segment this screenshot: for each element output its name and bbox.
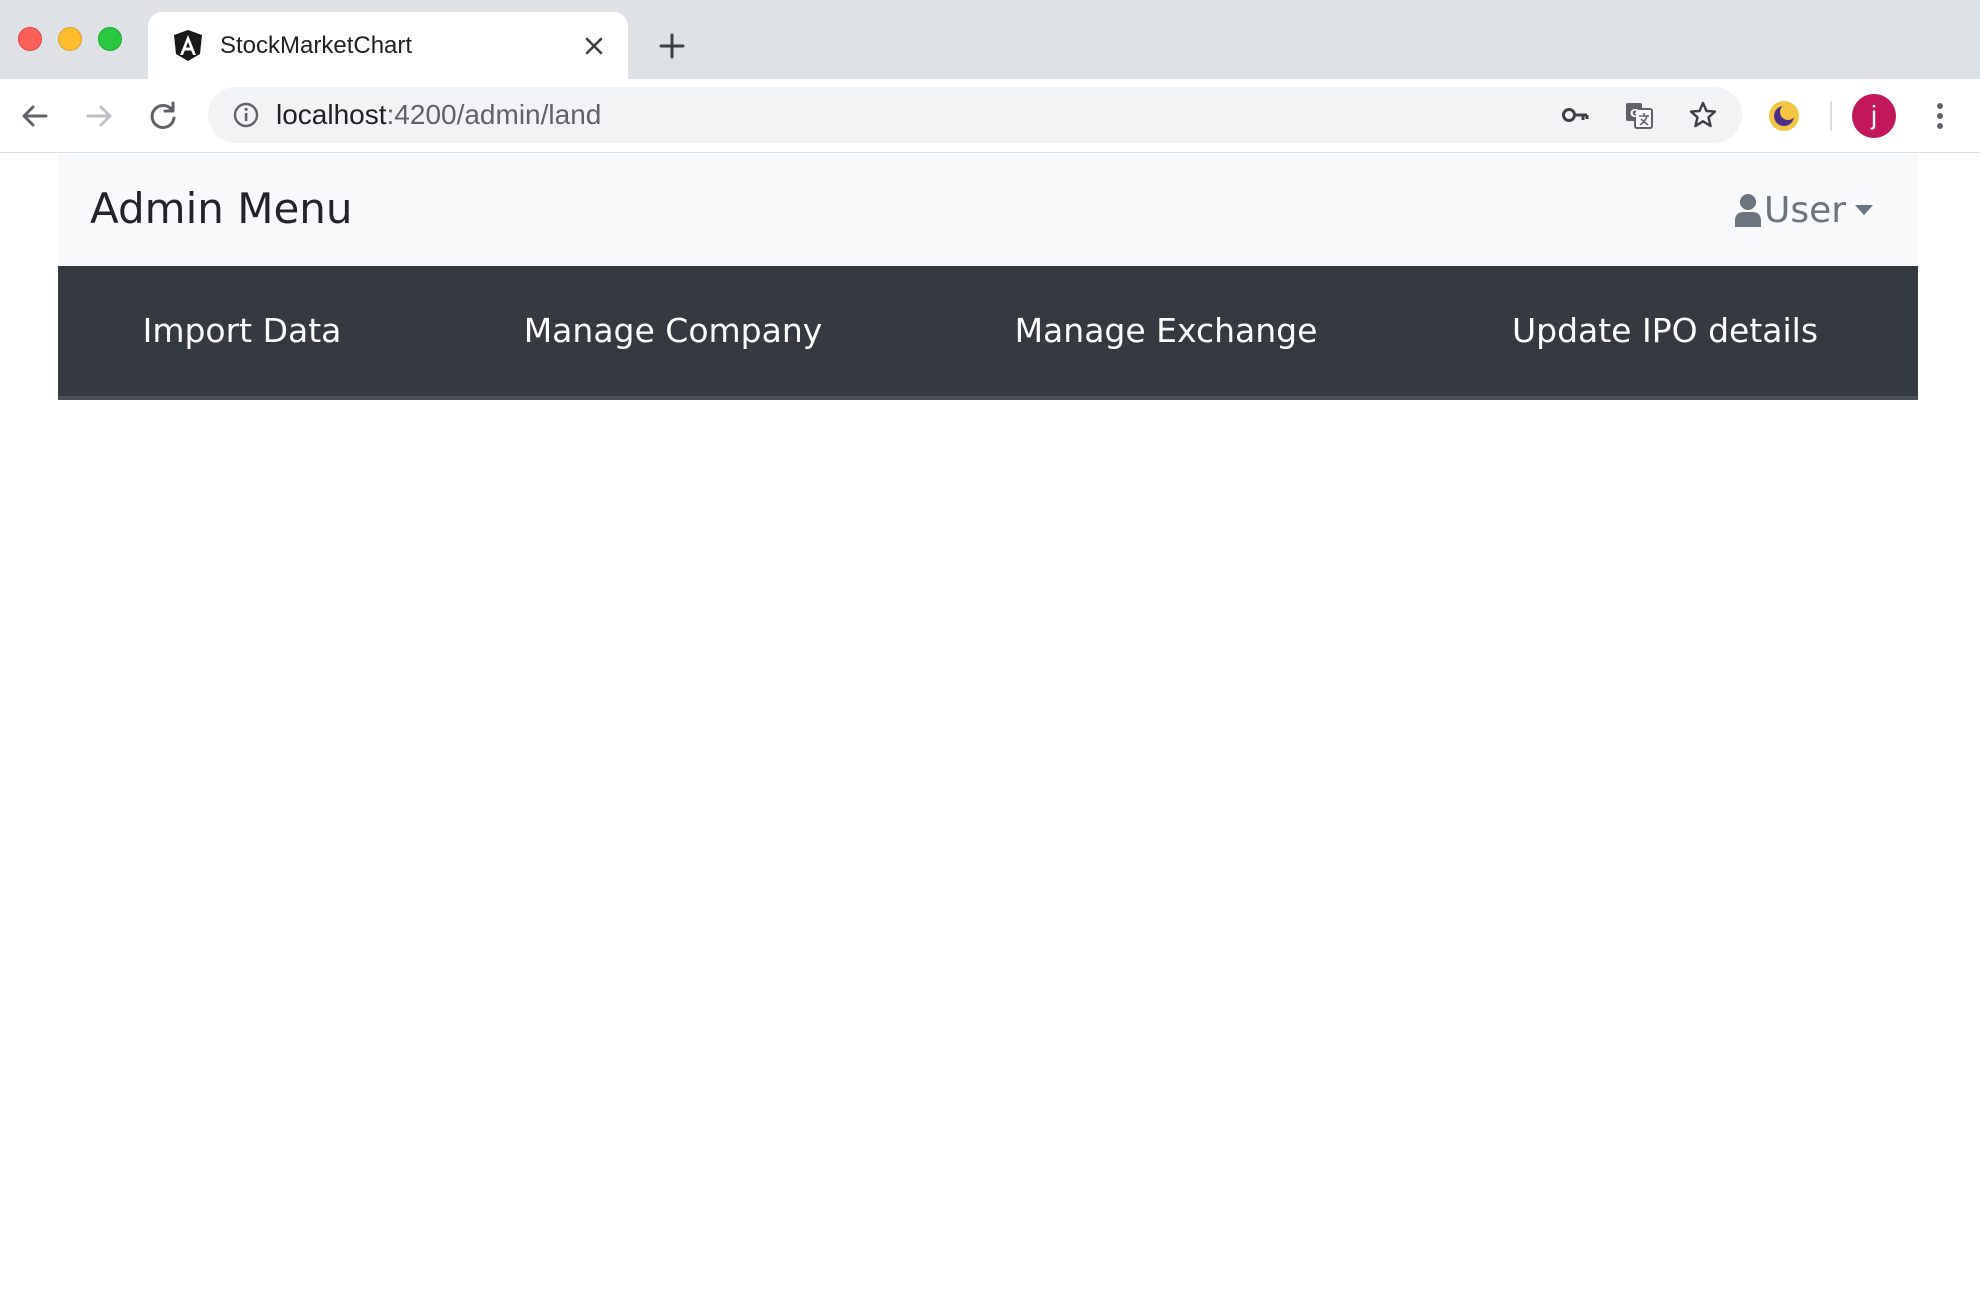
browser-tab-strip: StockMarketChart bbox=[0, 0, 1980, 79]
close-window-button[interactable] bbox=[18, 27, 42, 51]
user-dropdown-toggle[interactable]: User bbox=[1734, 188, 1874, 232]
url-text[interactable]: localhost:4200/admin/land bbox=[276, 99, 601, 131]
page-content: Admin Menu User Import Data Manage Compa… bbox=[0, 154, 1980, 1292]
key-icon[interactable] bbox=[1560, 100, 1590, 130]
svg-text:G: G bbox=[1630, 107, 1639, 120]
url-host: localhost bbox=[276, 99, 387, 130]
profile-avatar[interactable]: j bbox=[1852, 94, 1896, 138]
maximize-window-button[interactable] bbox=[98, 27, 122, 51]
admin-menu-bar: Import Data Manage Company Manage Exchan… bbox=[58, 266, 1918, 400]
app-navbar: Admin Menu User bbox=[58, 154, 1918, 266]
translate-icon[interactable]: G bbox=[1624, 100, 1654, 130]
menu-item-import-data[interactable]: Import Data bbox=[143, 310, 342, 352]
minimize-window-button[interactable] bbox=[58, 27, 82, 51]
user-icon bbox=[1735, 194, 1761, 227]
new-tab-icon[interactable] bbox=[656, 30, 688, 62]
forward-arrow-icon[interactable] bbox=[82, 99, 116, 133]
back-arrow-icon[interactable] bbox=[18, 99, 52, 133]
menu-item-update-ipo-details[interactable]: Update IPO details bbox=[1512, 310, 1818, 352]
navbar-brand[interactable]: Admin Menu bbox=[90, 184, 353, 234]
tab-title: StockMarketChart bbox=[220, 32, 413, 59]
address-bar[interactable]: localhost:4200/admin/land G bbox=[208, 87, 1742, 143]
toolbar-divider bbox=[1830, 101, 1832, 131]
browser-menu-icon[interactable] bbox=[1926, 99, 1954, 133]
reload-icon[interactable] bbox=[146, 99, 180, 133]
user-menu-label: User bbox=[1764, 189, 1847, 231]
dark-mode-extension-icon[interactable] bbox=[1766, 98, 1802, 134]
caret-down-icon bbox=[1855, 205, 1874, 215]
bookmark-star-icon[interactable] bbox=[1688, 100, 1718, 130]
menu-item-manage-company[interactable]: Manage Company bbox=[524, 310, 823, 352]
site-info-icon[interactable] bbox=[232, 101, 260, 129]
menu-item-manage-exchange[interactable]: Manage Exchange bbox=[1015, 310, 1318, 352]
browser-tab[interactable]: StockMarketChart bbox=[148, 12, 628, 79]
url-path: :4200/admin/land bbox=[386, 99, 602, 130]
browser-toolbar: localhost:4200/admin/land G j bbox=[0, 79, 1980, 153]
angular-logo-icon bbox=[174, 30, 202, 61]
close-tab-icon[interactable] bbox=[580, 32, 608, 60]
